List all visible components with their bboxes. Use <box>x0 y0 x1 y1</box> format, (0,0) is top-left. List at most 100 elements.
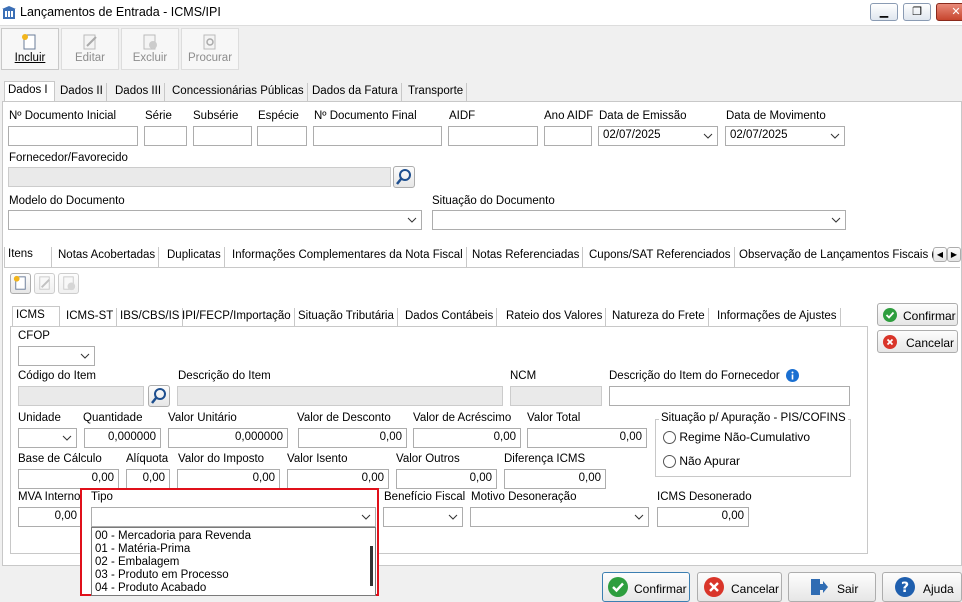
info-icon[interactable] <box>786 369 799 382</box>
diferenca-input[interactable]: 0,00 <box>504 469 606 489</box>
chevron-down-icon <box>703 133 713 139</box>
tab-icms-st[interactable]: ICMS-ST <box>63 308 118 328</box>
mva-input[interactable]: 0,00 <box>18 507 82 527</box>
tipo-option[interactable]: 02 - Embalagem <box>92 556 375 569</box>
valor-isento-label: Valor Isento <box>287 453 348 465</box>
base-calculo-label: Base de Cálculo <box>18 453 102 465</box>
dropdown-scrollbar[interactable] <box>370 546 373 586</box>
situacao-select[interactable] <box>432 210 846 230</box>
main-tabs: Dados I Dados II Dados III Concessionári… <box>4 81 474 103</box>
add-item-button[interactable] <box>10 273 31 294</box>
n-doc-final-label: Nº Documento Final <box>314 110 417 122</box>
desconto-input[interactable]: 0,00 <box>298 428 407 448</box>
title-bar: Lançamentos de Entrada - ICMS/IPI ▁ ❐ ✕ <box>0 0 962 26</box>
desonerado-input[interactable]: 0,00 <box>657 507 749 527</box>
item-tabs-divider <box>4 267 960 268</box>
chevron-down-icon <box>361 514 371 520</box>
delete-item-button[interactable] <box>58 273 79 294</box>
sair-button[interactable]: Sair <box>788 572 876 602</box>
delete-icon <box>63 276 76 291</box>
tab-observacao[interactable]: Observação de Lançamentos Fiscais (C <box>736 247 934 267</box>
especie-input[interactable] <box>257 126 307 146</box>
modelo-label: Modelo do Documento <box>9 195 125 207</box>
delete-icon <box>143 34 157 50</box>
beneficio-select[interactable] <box>383 507 463 527</box>
tab-dados-ii[interactable]: Dados II <box>57 83 107 103</box>
unidade-select[interactable] <box>18 428 77 448</box>
base-calculo-input[interactable]: 0,00 <box>18 469 119 489</box>
side-cancelar-button[interactable]: Cancelar <box>877 330 958 353</box>
tab-natureza-frete[interactable]: Natureza do Frete <box>609 308 709 328</box>
fornecedor-label: Fornecedor/Favorecido <box>9 152 128 164</box>
acrescimo-label: Valor de Acréscimo <box>413 412 512 424</box>
tab-duplicatas[interactable]: Duplicatas <box>164 247 225 267</box>
motivo-select[interactable] <box>470 507 649 527</box>
tab-scroll-right-button[interactable]: ▶ <box>947 247 961 262</box>
radio-regime[interactable]: Regime Não-Cumulativo <box>663 430 810 445</box>
tipo-option[interactable]: 04 - Produto Acabado <box>92 582 375 595</box>
tipo-select[interactable] <box>91 507 376 527</box>
serie-input[interactable] <box>144 126 187 146</box>
incluir-button[interactable]: Incluir <box>1 28 59 70</box>
valor-imposto-input[interactable]: 0,00 <box>177 469 280 489</box>
edit-item-button[interactable] <box>34 273 55 294</box>
procurar-button[interactable]: Procurar <box>181 28 239 70</box>
maximize-button[interactable]: ❐ <box>903 3 931 21</box>
tab-transporte[interactable]: Transporte <box>405 83 468 103</box>
data-emissao-input[interactable]: 02/07/2025 <box>598 126 718 146</box>
close-button[interactable]: ✕ <box>936 3 962 21</box>
tab-icms[interactable]: ICMS <box>12 306 60 328</box>
cancelar-button[interactable]: Cancelar <box>697 572 782 602</box>
confirmar-button[interactable]: Confirmar <box>602 572 690 602</box>
tab-rateio[interactable]: Rateio dos Valores <box>503 308 607 328</box>
valor-unitario-input[interactable]: 0,000000 <box>168 428 288 448</box>
tab-dados-contabeis[interactable]: Dados Contábeis <box>402 308 498 328</box>
tipo-option[interactable]: 00 - Mercadoria para Revenda <box>92 530 375 543</box>
cod-item-input[interactable] <box>18 386 144 406</box>
tab-notas-acobertadas[interactable]: Notas Acobertadas <box>55 247 160 267</box>
tab-dados-i[interactable]: Dados I <box>4 81 55 103</box>
tab-info-complementares[interactable]: Informações Complementares da Nota Fisca… <box>229 247 467 267</box>
tab-ibs-cbs-is[interactable]: IBS/CBS/IS <box>117 308 184 328</box>
cfop-select[interactable] <box>18 346 95 366</box>
valor-outros-input[interactable]: 0,00 <box>396 469 497 489</box>
radio-nao-apurar[interactable]: Não Apurar <box>663 454 740 469</box>
excluir-button[interactable]: Excluir <box>121 28 179 70</box>
data-movimento-input[interactable]: 02/07/2025 <box>725 126 845 146</box>
aidf-input[interactable] <box>448 126 538 146</box>
tab-itens[interactable]: Itens <box>4 247 52 267</box>
modelo-select[interactable] <box>8 210 422 230</box>
desc-item-input[interactable] <box>177 386 503 406</box>
tab-notas-referenciadas[interactable]: Notas Referenciadas <box>469 247 584 267</box>
desc-fornecedor-input[interactable] <box>609 386 850 406</box>
tab-concessionarias[interactable]: Concessionárias Públicas <box>169 83 308 103</box>
fornecedor-input[interactable] <box>8 167 391 187</box>
tab-ipi-fecp[interactable]: IPI/FECP/Importação <box>179 308 295 328</box>
aliquota-input[interactable]: 0,00 <box>126 469 170 489</box>
ncm-input[interactable] <box>510 386 602 406</box>
minimize-button[interactable]: ▁ <box>870 3 898 21</box>
tipo-option[interactable]: 03 - Produto em Processo <box>92 569 375 582</box>
cod-item-search-button[interactable] <box>148 385 170 407</box>
tab-dados-iii[interactable]: Dados III <box>112 83 166 103</box>
valor-isento-input[interactable]: 0,00 <box>287 469 389 489</box>
quantidade-input[interactable]: 0,000000 <box>84 428 161 448</box>
side-confirmar-button[interactable]: Confirmar <box>877 303 958 326</box>
n-doc-final-input[interactable] <box>313 126 442 146</box>
exit-icon <box>811 579 828 595</box>
acrescimo-input[interactable]: 0,00 <box>413 428 521 448</box>
data-movimento-label: Data de Movimento <box>726 110 826 122</box>
tipo-option[interactable]: 01 - Matéria-Prima <box>92 543 375 556</box>
ano-aidf-input[interactable] <box>544 126 592 146</box>
subserie-input[interactable] <box>193 126 252 146</box>
tab-situacao-tributaria[interactable]: Situação Tributária <box>295 308 398 328</box>
tab-info-ajustes[interactable]: Informações de Ajustes <box>714 308 841 328</box>
editar-button[interactable]: Editar <box>61 28 119 70</box>
tab-dados-fatura[interactable]: Dados da Fatura <box>309 83 402 103</box>
tab-cupons-sat[interactable]: Cupons/SAT Referenciados <box>586 247 735 267</box>
ajuda-button[interactable]: ? Ajuda <box>882 572 962 602</box>
tab-scroll-left-button[interactable]: ◀ <box>933 247 947 262</box>
n-doc-inicial-input[interactable] <box>8 126 138 146</box>
fornecedor-search-button[interactable] <box>393 166 415 188</box>
total-input[interactable]: 0,00 <box>527 428 647 448</box>
